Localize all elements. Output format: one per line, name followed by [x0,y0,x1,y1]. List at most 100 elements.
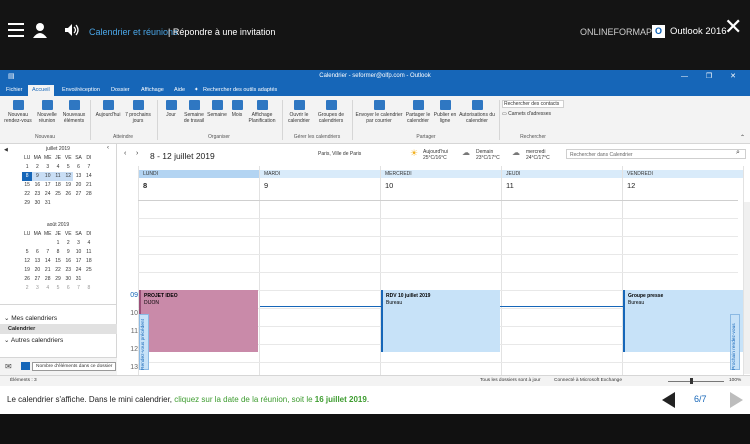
mini-day[interactable]: 23 [32,190,42,199]
day-header-wednesday[interactable]: MERCREDI [381,170,501,178]
mini-day[interactable]: 12 [63,172,74,181]
event-groupe-presse[interactable]: Groupe presse Bureau [623,290,743,352]
mini-prev-icon[interactable]: ◀ [4,147,8,153]
today-button[interactable]: Aujourd'hui [93,100,123,118]
mini-day[interactable]: 3 [73,239,83,248]
mini-day[interactable]: 8 [84,284,94,293]
mini-day[interactable]: 4 [53,163,63,172]
mini-day[interactable]: 14 [43,257,53,266]
mini-day[interactable]: 24 [73,266,83,275]
mini-day[interactable]: 11 [84,248,94,257]
mini-day[interactable]: 10 [42,172,53,181]
mini-day[interactable]: 1 [22,163,32,172]
event-rdv-10-juillet[interactable]: RDV 10 juillet 2019 Bureau [381,290,500,352]
mini-day[interactable]: 21 [84,181,94,190]
mini-day[interactable]: 7 [73,284,83,293]
mini-day[interactable]: 9 [32,172,43,181]
mini-day[interactable]: 24 [43,190,53,199]
email-calendar-button[interactable]: Envoyer le calendrier par courrier [355,100,403,124]
mini-day-target[interactable]: 16 [32,181,42,190]
mini-day[interactable]: 15 [53,257,63,266]
week-view-button[interactable]: Semaine [206,100,228,118]
mini-day[interactable]: 18 [53,181,63,190]
calendar-folder[interactable]: Calendrier [0,324,117,334]
mini-day[interactable]: 1 [53,239,63,248]
close-icon[interactable]: ✕ [724,16,742,38]
previous-appointment-tab[interactable]: Rendez-vous précédent [139,314,149,370]
mini-day[interactable] [22,239,32,248]
other-calendars-group[interactable]: ⌄ Autres calendriers [0,336,117,344]
mini-day[interactable] [43,239,53,248]
weather-location[interactable]: Paris, Ville de Paris [318,151,361,157]
mini-day-selected[interactable]: 8 [22,172,33,181]
mini-day[interactable]: 23 [63,266,73,275]
mini-day[interactable]: 2 [32,163,42,172]
menu-icon[interactable] [8,23,24,37]
calendar-search-input[interactable]: Rechercher dans Calendrier [566,149,746,159]
new-appointment-button[interactable]: Nouveau rendez-vous [2,100,34,124]
mini-day[interactable]: 2 [22,284,32,293]
work-week-button[interactable]: Semaine de travail [182,100,206,124]
mini-day[interactable] [84,275,94,284]
zoom-thumb[interactable] [690,378,693,384]
mini-day[interactable]: 17 [43,181,53,190]
mini-day[interactable]: 29 [22,199,32,208]
calendar-groups-button[interactable]: Groupes de calendriers [313,100,349,124]
tab-dossier[interactable]: Dossier [111,87,130,93]
mini-day[interactable]: 5 [53,284,63,293]
mini-day[interactable]: 19 [63,181,73,190]
my-calendars-group[interactable]: ⌄ Mes calendriers [0,314,117,322]
tab-accueil[interactable]: Accueil [28,85,54,96]
tab-aide[interactable]: Aide [174,87,185,93]
mini-day[interactable]: 4 [43,284,53,293]
calendar-module-icon[interactable] [21,362,30,370]
mini-day[interactable]: 7 [43,248,53,257]
share-calendar-button[interactable]: Partager le calendrier [403,100,433,124]
mini-day[interactable]: 15 [22,181,32,190]
mini-day[interactable]: 31 [73,275,83,284]
schedule-view-button[interactable]: Affichage Planification [246,100,278,124]
mini-day[interactable]: 20 [73,181,83,190]
mini-day[interactable]: 30 [32,199,42,208]
mini-day[interactable]: 14 [84,172,94,181]
mini-day[interactable]: 6 [73,163,83,172]
day-header-monday[interactable]: LUNDI [139,170,259,178]
next-week-icon[interactable]: › [136,150,138,157]
user-icon[interactable] [32,22,48,38]
mini-day[interactable]: 22 [53,266,63,275]
mail-icon[interactable]: ✉ [5,362,12,371]
new-meeting-button[interactable]: Nouvelle réunion [34,100,60,124]
next-7-days-button[interactable]: 7 prochains jours [123,100,153,124]
mini-day[interactable]: 16 [63,257,73,266]
mini-day[interactable]: 19 [22,266,32,275]
mini-day[interactable] [73,199,83,208]
calendar-permissions-button[interactable]: Autorisations du calendrier [457,100,497,124]
mini-day[interactable]: 28 [43,275,53,284]
month-view-button[interactable]: Mois [228,100,246,118]
event-projet-ideo[interactable]: PROJET IDEO DIJON [139,290,258,352]
mini-day[interactable]: 30 [63,275,73,284]
mini-day[interactable]: 26 [22,275,32,284]
mini-day[interactable]: 5 [63,163,73,172]
mini-day[interactable]: 10 [73,248,83,257]
mini-day[interactable]: 7 [84,163,94,172]
mini-day[interactable] [84,199,94,208]
mini-day[interactable]: 25 [84,266,94,275]
open-calendar-button[interactable]: Ouvrir le calendrier [285,100,313,124]
mini-day[interactable]: 6 [32,248,42,257]
day-view-button[interactable]: Jour [160,100,182,118]
mini-day[interactable]: 31 [43,199,53,208]
tell-me-box[interactable]: Rechercher des outils adaptés [203,87,277,93]
mini-day[interactable] [63,199,73,208]
mini-day[interactable]: 11 [52,172,64,181]
mini-day[interactable] [53,199,63,208]
mini-day[interactable]: 27 [73,190,83,199]
mini-day[interactable]: 13 [32,257,42,266]
day-header-thursday[interactable]: JEUDI [502,170,622,178]
mini-day[interactable]: 27 [32,275,42,284]
mini-day[interactable]: 6 [63,284,73,293]
tab-envoi[interactable]: Envoi/réception [62,87,100,93]
address-book-button[interactable]: ▭ Carnets d'adresses [502,111,551,117]
mini-day[interactable]: 9 [63,248,73,257]
day-header-tuesday[interactable]: MARDI [260,170,380,178]
